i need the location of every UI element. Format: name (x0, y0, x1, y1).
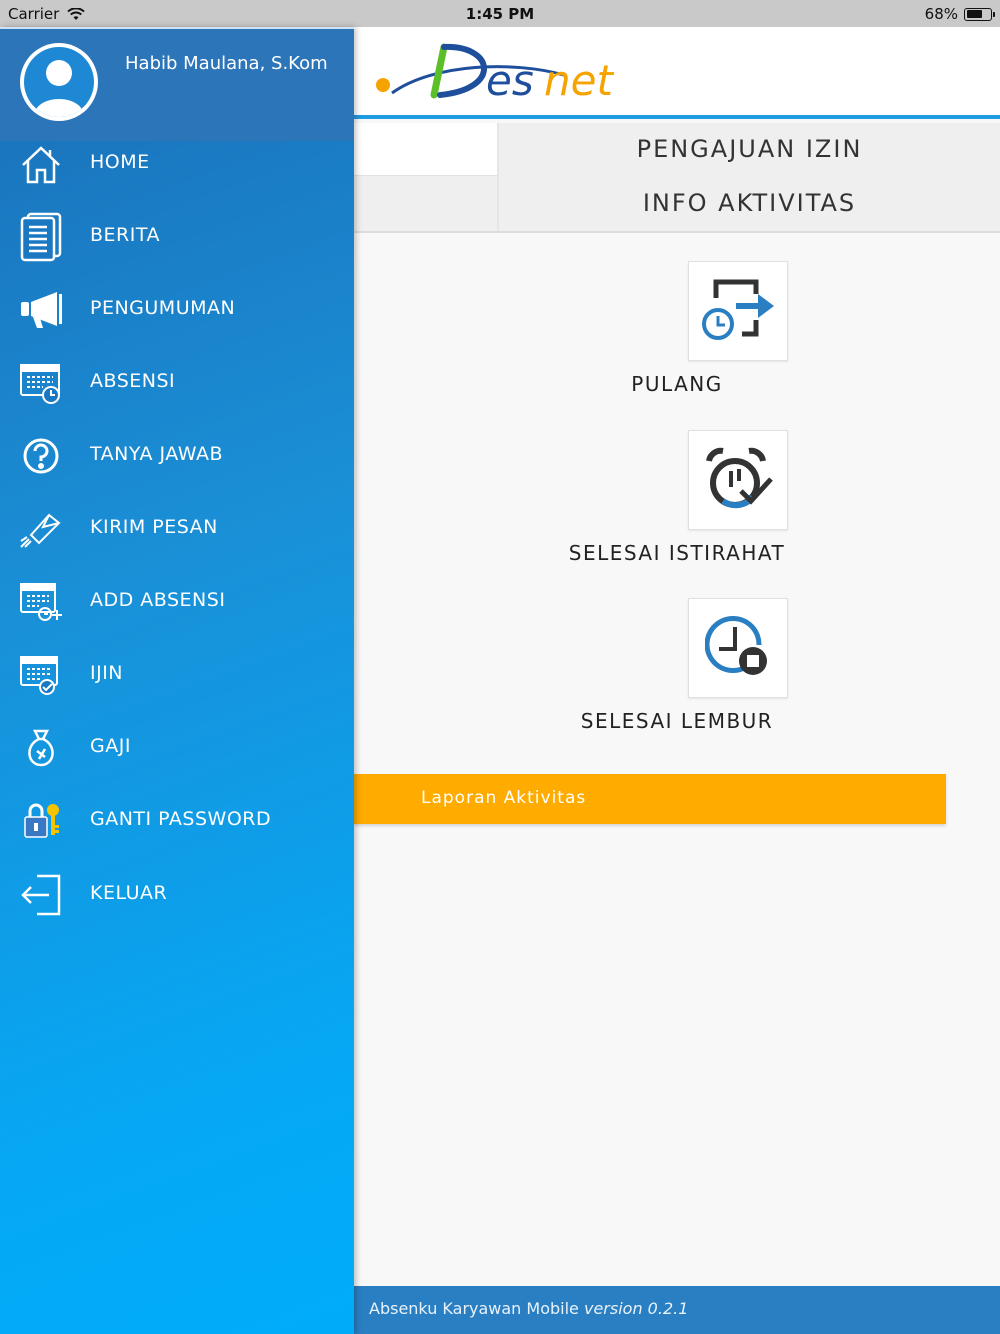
clock-exit-icon (702, 279, 774, 340)
menu-item-ijin[interactable]: IJIN (0, 646, 354, 706)
tab-pengajuan-izin[interactable]: PENGAJUAN IZIN (499, 135, 1000, 163)
menu-label-kirim-pesan: KIRIM PESAN (90, 516, 218, 538)
pulang-icon-box[interactable] (688, 261, 788, 361)
menu-item-home[interactable]: HOME (0, 135, 354, 195)
laporan-aktivitas-label: Laporan Aktivitas (421, 788, 587, 808)
laporan-aktivitas-button[interactable]: Laporan Aktivitas (354, 774, 946, 824)
menu-item-pengumuman[interactable]: PENGUMUMAN (0, 281, 354, 341)
app-header: es net (354, 27, 1000, 119)
news-icon (18, 212, 64, 262)
user-name: Habib Maulana, S.Kom (125, 53, 328, 74)
alarm-check-icon (706, 447, 773, 509)
question-icon (18, 433, 64, 479)
battery-area: 68% (924, 5, 995, 23)
menu-label-pengumuman: PENGUMUMAN (90, 297, 236, 319)
desnet-logo: es net (376, 43, 614, 105)
selesai-lembur-label: SELESAI LEMBUR (580, 709, 774, 733)
menu-item-add-absensi[interactable]: ADD ABSENSI (0, 573, 354, 633)
logout-icon (18, 872, 64, 918)
menu-label-ganti-password: GANTI PASSWORD (90, 808, 272, 830)
svg-text:net: net (544, 56, 614, 105)
lock-key-icon (18, 798, 64, 844)
menu-item-absensi[interactable]: ABSENSI (0, 354, 354, 414)
send-message-icon (18, 506, 64, 552)
selesai-lembur-button[interactable] (688, 598, 788, 698)
navigation-drawer: Habib Maulana, S.Kom HOME BERITA PENGUMU… (0, 27, 354, 1334)
svg-text:es: es (486, 56, 534, 105)
footer-app-name: Absenku Karyawan Mobile (369, 1299, 579, 1318)
footer-text: Absenku Karyawan Mobile version 0.2.1 (369, 1299, 688, 1318)
menu-label-gaji: GAJI (90, 735, 131, 757)
calendar-clock-icon (18, 360, 64, 406)
home-icon (18, 141, 64, 187)
tab-info-aktivitas[interactable]: INFO AKTIVITAS (499, 189, 1000, 217)
menu-item-tanya-jawab[interactable]: TANYA JAWAB (0, 427, 354, 487)
pulang-label: PULANG (631, 372, 723, 396)
menu-label-tanya-jawab: TANYA JAWAB (90, 443, 224, 465)
battery-icon (964, 7, 995, 21)
menu-label-ijin: IJIN (90, 662, 124, 684)
menu-label-absensi: ABSENSI (90, 370, 176, 392)
avatar[interactable] (20, 43, 98, 121)
calendar-check-icon (18, 652, 64, 698)
menu-item-keluar[interactable]: KELUAR (0, 866, 354, 926)
profile-header: Habib Maulana, S.Kom (0, 27, 354, 141)
menu-label-berita: BERITA (90, 224, 160, 246)
pulang-button[interactable] (688, 261, 788, 361)
tab-left-inactive[interactable] (354, 175, 497, 231)
calendar-add-icon (18, 579, 64, 625)
avatar-icon (24, 47, 94, 117)
menu-label-home: HOME (90, 151, 150, 173)
megaphone-icon (18, 287, 64, 333)
main-content: es net PENGAJUAN IZIN INFO AKTIVITAS PUL… (354, 27, 1000, 1334)
menu-item-gaji[interactable]: GAJI (0, 719, 354, 779)
selesai-istirahat-label: SELESAI ISTIRAHAT (568, 541, 786, 565)
footer-version: version 0.2.1 (583, 1299, 689, 1318)
selesai-istirahat-button[interactable] (688, 430, 788, 530)
menu-item-kirim-pesan[interactable]: KIRIM PESAN (0, 500, 354, 560)
clock-stop-icon (705, 616, 767, 675)
menu-label-keluar: KELUAR (90, 882, 168, 904)
clock: 1:45 PM (465, 5, 535, 23)
battery-percent: 68% (924, 5, 958, 23)
tab-bar: PENGAJUAN IZIN INFO AKTIVITAS (354, 123, 1000, 233)
status-bar: Carrier 1:45 PM 68% (0, 0, 1000, 27)
selesai-lembur-icon-box[interactable] (688, 598, 788, 698)
menu-label-add-absensi: ADD ABSENSI (90, 589, 226, 611)
menu-item-berita[interactable]: BERITA (0, 208, 354, 268)
app-footer: Absenku Karyawan Mobile version 0.2.1 (354, 1286, 1000, 1334)
menu-item-ganti-password[interactable]: GANTI PASSWORD (0, 792, 354, 852)
tab-left-active[interactable] (354, 123, 497, 175)
selesai-istirahat-icon-box[interactable] (688, 430, 788, 530)
money-bag-icon (18, 725, 64, 771)
